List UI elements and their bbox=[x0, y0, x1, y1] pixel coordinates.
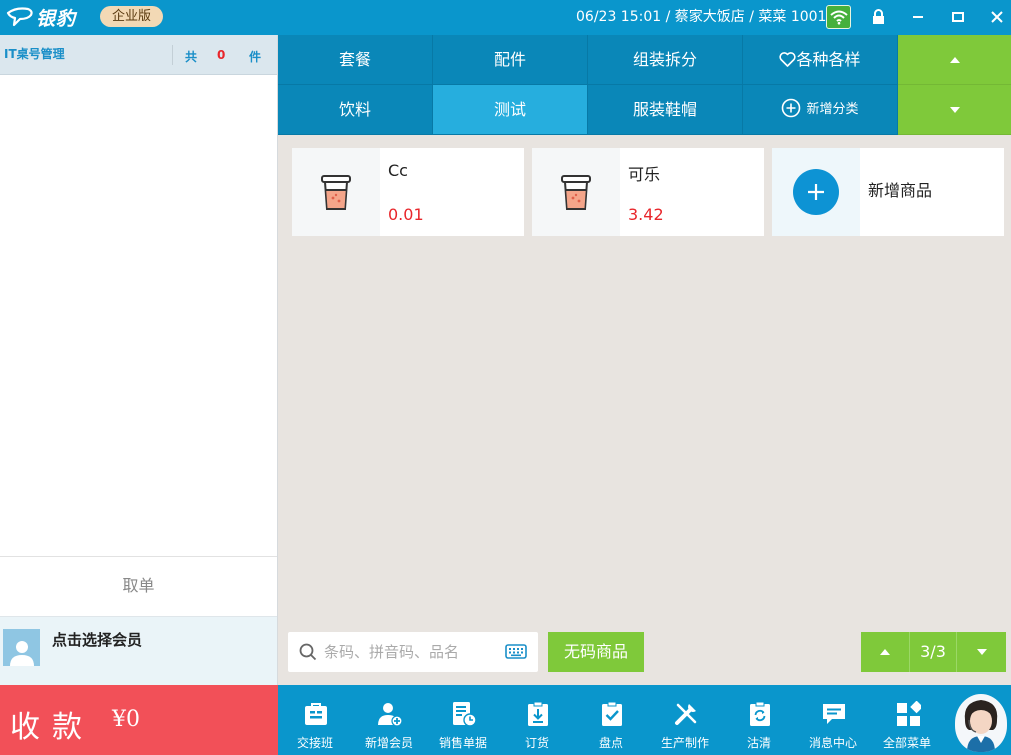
item-count: 共 0 件 bbox=[172, 45, 272, 65]
briefcase-icon bbox=[305, 703, 327, 725]
plus-circle-icon bbox=[782, 98, 801, 118]
clipboard-download-icon bbox=[528, 701, 548, 726]
order-goods-button[interactable]: 订货 bbox=[500, 685, 574, 755]
production-button[interactable]: 生产制作 bbox=[648, 685, 722, 755]
count-suffix: 件 bbox=[249, 50, 262, 64]
table-management-link[interactable]: IT桌号管理 bbox=[4, 45, 65, 62]
search-input[interactable] bbox=[324, 641, 504, 663]
drink-cup-icon bbox=[561, 175, 591, 210]
product-image bbox=[292, 148, 380, 236]
select-member-button[interactable]: 点击选择会员 bbox=[0, 616, 277, 685]
add-member-button[interactable]: 新增会员 bbox=[352, 685, 426, 755]
add-category-label: 新增分类 bbox=[806, 102, 859, 117]
add-user-icon bbox=[378, 703, 403, 727]
retrieve-order-button[interactable]: 取单 bbox=[0, 556, 277, 616]
tool-label: 生产制作 bbox=[660, 736, 709, 750]
category-tab[interactable]: 各种各样 bbox=[743, 35, 898, 85]
member-label: 点击选择会员 bbox=[52, 631, 143, 649]
drink-cup-icon bbox=[321, 175, 351, 210]
keyboard-icon[interactable] bbox=[505, 644, 527, 659]
category-label: 各种各样 bbox=[796, 50, 861, 69]
add-product-label: 新增商品 bbox=[868, 181, 933, 200]
no-barcode-product-button[interactable]: 无码商品 bbox=[548, 632, 644, 672]
customer-service-icon bbox=[964, 700, 998, 752]
caret-down-icon bbox=[949, 106, 960, 113]
receipt-clock-icon bbox=[453, 702, 477, 727]
category-tab[interactable]: 配件 bbox=[433, 35, 588, 85]
page-prev-button[interactable] bbox=[861, 632, 909, 672]
bottom-toolbar: 交接班 新增会员 销售单据 订货 盘点 生产制作 沽清 消息中心 全部菜单 bbox=[278, 685, 1011, 755]
category-tab[interactable]: 组装拆分 bbox=[588, 35, 743, 85]
title-bar: 银豹 企业版 06/23 15:01 / 蔡家大饭店 / 菜菜 1001 bbox=[0, 0, 1011, 35]
clipboard-check-icon bbox=[602, 701, 622, 726]
pagination: 3/3 bbox=[861, 632, 1006, 672]
sales-records-button[interactable]: 销售单据 bbox=[426, 685, 500, 755]
product-price: 3.42 bbox=[628, 205, 664, 224]
tool-label: 交接班 bbox=[296, 736, 333, 750]
caret-up-icon bbox=[880, 649, 890, 655]
category-scroll-down-button[interactable] bbox=[898, 85, 1011, 135]
status-line: 06/23 15:01 / 蔡家大饭店 / 菜菜 1001 bbox=[576, 9, 827, 25]
product-image bbox=[532, 148, 620, 236]
category-tab[interactable]: 服装鞋帽 bbox=[588, 85, 743, 135]
add-product-image bbox=[772, 148, 860, 236]
order-header: IT桌号管理 共 0 件 bbox=[0, 35, 277, 75]
tool-label: 消息中心 bbox=[808, 736, 857, 750]
edition-badge: 企业版 bbox=[100, 6, 164, 27]
page-next-button[interactable] bbox=[958, 632, 1006, 672]
close-button[interactable] bbox=[983, 4, 1011, 30]
count-value: 0 bbox=[217, 48, 226, 62]
maximize-button[interactable] bbox=[944, 4, 972, 30]
lock-icon[interactable] bbox=[864, 4, 892, 30]
heart-icon bbox=[779, 52, 797, 67]
wifi-icon[interactable] bbox=[826, 5, 851, 29]
checkout-amount: ¥0 bbox=[112, 707, 140, 732]
product-card[interactable]: Cc 0.01 bbox=[292, 148, 524, 236]
leopard-logo-icon bbox=[6, 7, 33, 27]
customer-service-avatar[interactable] bbox=[955, 694, 1007, 752]
caret-up-icon bbox=[949, 56, 960, 63]
plus-icon bbox=[793, 169, 839, 215]
order-panel: IT桌号管理 共 0 件 取单 点击选择会员 bbox=[0, 35, 278, 685]
tool-label: 全部菜单 bbox=[882, 736, 931, 750]
grid-menu-icon bbox=[897, 701, 921, 726]
tool-label: 订货 bbox=[524, 736, 549, 750]
sold-out-button[interactable]: 沽清 bbox=[722, 685, 796, 755]
page-indicator: 3/3 bbox=[909, 632, 957, 672]
tool-label: 销售单据 bbox=[438, 736, 487, 750]
product-name: 可乐 bbox=[628, 165, 661, 184]
clipboard-refresh-icon bbox=[750, 701, 770, 726]
search-box bbox=[288, 632, 538, 672]
category-grid: 套餐 配件 组装拆分 各种各样 饮料 测试 服装鞋帽 新增分类 bbox=[278, 35, 1011, 135]
shift-handover-button[interactable]: 交接班 bbox=[278, 685, 352, 755]
caret-down-icon bbox=[977, 649, 987, 655]
tool-label: 盘点 bbox=[598, 736, 623, 750]
tool-label: 沽清 bbox=[746, 736, 771, 750]
message-center-button[interactable]: 消息中心 bbox=[796, 685, 870, 755]
product-grid: Cc 0.01 可乐 3.42 新增商品 bbox=[278, 135, 1011, 625]
product-card[interactable]: 可乐 3.42 bbox=[532, 148, 764, 236]
member-avatar-icon bbox=[3, 629, 40, 666]
app-logo: 银豹 bbox=[6, 5, 77, 30]
count-prefix: 共 bbox=[185, 50, 198, 64]
checkout-label: 收款 bbox=[10, 710, 94, 745]
category-scroll-up-button[interactable] bbox=[898, 35, 1011, 85]
product-price: 0.01 bbox=[388, 205, 424, 224]
chat-icon bbox=[823, 704, 845, 724]
tools-icon bbox=[675, 703, 697, 725]
product-name: Cc bbox=[388, 161, 408, 180]
add-product-card[interactable]: 新增商品 bbox=[772, 148, 1004, 236]
category-tab[interactable]: 饮料 bbox=[278, 85, 433, 135]
tool-label: 新增会员 bbox=[364, 736, 413, 750]
minimize-button[interactable] bbox=[904, 4, 932, 30]
all-menus-button[interactable]: 全部菜单 bbox=[870, 685, 944, 755]
inventory-check-button[interactable]: 盘点 bbox=[574, 685, 648, 755]
category-tab[interactable]: 套餐 bbox=[278, 35, 433, 85]
checkout-button[interactable]: 收款 ¥0 bbox=[0, 685, 278, 755]
add-category-button[interactable]: 新增分类 bbox=[743, 85, 898, 135]
app-name: 银豹 bbox=[36, 7, 77, 30]
category-tab-active[interactable]: 测试 bbox=[433, 85, 588, 135]
search-icon bbox=[299, 643, 317, 661]
